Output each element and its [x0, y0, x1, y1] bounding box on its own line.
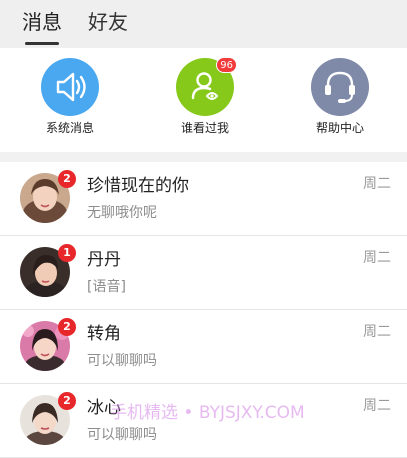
message-preview: 可以聊聊吗 [87, 427, 157, 443]
list-item[interactable]: 2 冰心 可以聊聊吗 周二 [0, 384, 407, 458]
message-time: 周二 [363, 176, 391, 192]
contact-name: 冰心 [87, 398, 121, 418]
who-viewed-me-button[interactable]: 96 谁看过我 [145, 57, 265, 136]
help-center-button[interactable]: 帮助中心 [280, 58, 400, 136]
system-messages-button[interactable]: 系统消息 [10, 58, 130, 136]
message-preview: 可以聊聊吗 [87, 353, 157, 369]
list-item[interactable]: 2 转角 可以聊聊吗 周二 [0, 310, 407, 384]
message-time: 周二 [363, 250, 391, 266]
conversation-list: 2 珍惜现在的你 无聊哦你呢 周二 1 丹丹 [语音] 周二 2 转角 可以聊聊… [0, 162, 407, 458]
message-preview: 无聊哦你呢 [87, 205, 157, 221]
unread-count-badge: 2 [58, 170, 76, 188]
message-time: 周二 [363, 324, 391, 340]
person-eye-icon: 96 [176, 57, 237, 116]
contact-name: 转角 [87, 324, 121, 344]
headset-icon [311, 58, 369, 116]
contact-name: 珍惜现在的你 [87, 176, 189, 196]
unread-count-badge: 2 [58, 318, 76, 336]
list-item[interactable]: 1 丹丹 [语音] 周二 [0, 236, 407, 310]
quick-actions: 系统消息 96 谁看过我 帮助中心 [0, 48, 407, 152]
message-time: 周二 [363, 398, 391, 414]
unread-count-badge: 1 [58, 244, 76, 262]
unread-count-badge: 2 [58, 392, 76, 410]
tab-messages[interactable]: 消息 [22, 8, 62, 36]
action-label: 系统消息 [45, 121, 94, 135]
list-item[interactable]: 2 珍惜现在的你 无聊哦你呢 周二 [0, 162, 407, 236]
top-tab-bar: 消息 好友 [0, 0, 407, 48]
unread-badge: 96 [216, 57, 237, 73]
section-divider [0, 152, 407, 162]
speaker-icon [41, 58, 99, 116]
active-tab-indicator [25, 42, 59, 45]
action-label: 谁看过我 [180, 121, 229, 135]
contact-name: 丹丹 [87, 250, 121, 270]
tab-friends[interactable]: 好友 [88, 8, 128, 36]
message-preview: [语音] [87, 279, 126, 295]
action-label: 帮助中心 [315, 121, 364, 135]
